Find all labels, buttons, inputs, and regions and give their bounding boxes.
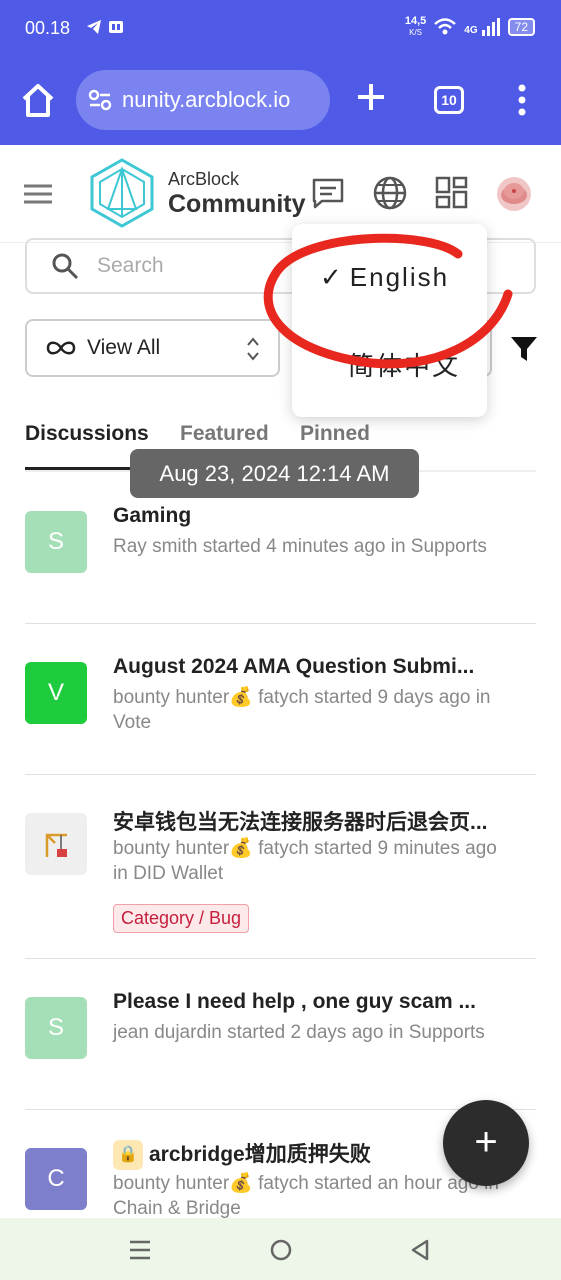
site-settings-icon[interactable] [88,89,112,111]
avatar: C [25,1148,87,1210]
status-time: 00.18 [25,18,71,38]
language-label: English [349,262,450,292]
app-notification-icon [109,21,123,33]
lock-icon: 🔒 [113,1140,143,1171]
discussion-title[interactable]: Please I need help , one guy scam ... [113,990,523,1014]
cell-signal-icon: 4G [464,18,500,36]
discussion-title[interactable]: 安卓钱包当无法连接服务器时后退会页... [113,806,523,836]
discussion-meta: bounty hunter💰 fatych started an hour ag… [113,1173,499,1219]
discussion-meta: Ray smith started 4 minutes ago in Suppo… [113,536,487,557]
filter-icon[interactable] [510,335,538,363]
list-item[interactable]: 安卓钱包当无法连接服务器时后退会页... bounty hunter💰 faty… [25,811,536,959]
brand-bottom: Community [168,190,306,218]
tab-discussions[interactable]: Discussions [25,422,149,446]
hamburger-menu-icon[interactable] [22,183,54,205]
discussion-meta: jean dujardin started 2 days ago in Supp… [113,1022,485,1043]
avatar: V [25,662,87,724]
status-system-icons: 14,5 K/S 4G 72 [405,16,535,38]
brand-name[interactable]: ArcBlock Community [168,169,306,219]
status-notification-icons [86,19,124,35]
network-speed: 14,5 K/S [404,15,427,38]
address-bar[interactable]: nunity.arcblock.io [76,70,330,130]
telegram-icon [87,20,101,34]
avatar: S [25,511,87,573]
brand-top: ArcBlock [168,169,240,189]
tab-switcher-button[interactable]: 10 [434,86,464,114]
apps-grid-icon[interactable] [434,175,470,211]
new-tab-button[interactable] [355,82,387,114]
avatar: S [25,997,87,1059]
discussion-meta: bounty hunter💰 fatych started 9 minutes … [113,838,497,884]
battery-icon: 72 [507,18,535,36]
back-icon[interactable] [408,1238,432,1262]
list-item[interactable]: V August 2024 AMA Question Submi... boun… [25,655,536,775]
tab-featured[interactable]: Featured [180,422,269,446]
plus-icon [358,84,384,110]
category-badge[interactable]: Category / Bug [113,904,250,933]
chat-icon[interactable] [310,175,346,211]
more-vert-icon[interactable] [512,84,532,116]
avatar [25,813,87,875]
list-item[interactable]: S Please I need help , one guy scam ... … [25,990,536,1110]
discussion-meta: bounty hunter💰 fatych started 9 days ago… [113,687,491,733]
discussion-title: arcbridge增加质押失败 [149,1143,371,1166]
home-icon[interactable] [18,81,58,121]
list-item[interactable]: S Gaming Ray smith started 4 minutes ago… [25,504,536,624]
globe-icon[interactable] [372,175,408,211]
recent-apps-icon[interactable] [128,1238,152,1262]
language-label: 简体中文 [348,351,461,381]
discussion-title[interactable]: Gaming [113,504,523,528]
date-tooltip: Aug 23, 2024 12:14 AM [130,449,419,498]
tab-pinned[interactable]: Pinned [300,422,370,446]
view-all-label: View All [87,336,161,359]
discussion-title[interactable]: August 2024 AMA Question Submi... [113,655,523,679]
user-avatar-icon [501,183,527,204]
check-icon: ✓ [320,262,344,292]
wifi-icon [434,18,457,35]
crane-icon [45,833,67,857]
status-bar: 00.18 14,5 K/S 4G 72 [0,0,561,58]
avatar[interactable] [497,177,531,211]
search-placeholder: Search [97,254,164,277]
language-option-english[interactable]: ✓ English [320,262,449,293]
language-menu: ✓ English 简体中文 [292,224,487,417]
view-all-select[interactable]: View All [25,319,280,377]
url-text: nunity.arcblock.io [122,87,291,112]
system-nav-bar [0,1218,561,1280]
home-circle-icon[interactable] [269,1238,293,1262]
select-arrows-icon [247,337,259,361]
browser-toolbar: nunity.arcblock.io 10 [0,58,561,145]
new-discussion-button[interactable]: + [443,1100,529,1186]
search-icon [52,253,79,280]
language-option-chinese[interactable]: 简体中文 [348,346,460,383]
arcblock-logo-icon[interactable] [88,157,156,229]
infinity-icon [46,341,76,355]
